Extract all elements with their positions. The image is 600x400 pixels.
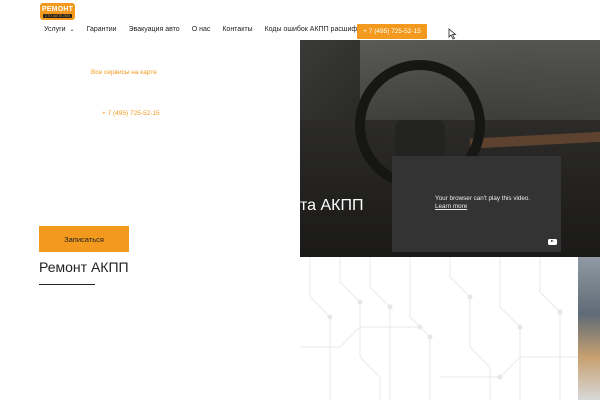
main-nav: Услуги ⌄ Гарантии Эвакуация авто О нас К… — [44, 26, 388, 33]
circuit-pattern — [300, 257, 578, 400]
title-underline — [39, 284, 95, 285]
nav-item-label: О нас — [191, 26, 211, 33]
logo-line1: РЕМОНТ — [41, 5, 74, 13]
learn-more-link[interactable]: Learn more — [435, 203, 530, 211]
section-title: Ремонт АКПП — [39, 259, 129, 275]
chevron-down-icon: ⌄ — [69, 27, 75, 33]
nav-item-about[interactable]: О нас — [192, 26, 211, 33]
text-cursor-icon — [448, 28, 457, 40]
logo-line2: СТО АКПП ЛИЗ — [42, 13, 73, 18]
nav-item-label: Услуги — [44, 26, 66, 33]
nav-item-label: Гарантии — [86, 26, 117, 33]
nav-item-evacuation[interactable]: Эвакуация авто — [129, 26, 180, 33]
all-services-map-link[interactable]: Все сервисы на карте — [91, 69, 157, 76]
video-error-message: Your browser can't play this video. Lear… — [435, 195, 530, 211]
site-logo[interactable]: РЕМОНТ СТО АКПП ЛИЗ — [40, 3, 75, 20]
signup-button[interactable]: Записаться — [39, 226, 129, 252]
nav-item-services[interactable]: Услуги ⌄ — [44, 26, 75, 33]
header-phone-button[interactable]: + 7 (495) 725-52-15 — [357, 24, 427, 39]
garage-photo — [578, 257, 600, 400]
nav-item-label: Эвакуация авто — [128, 26, 180, 33]
youtube-icon[interactable] — [548, 239, 557, 245]
video-player[interactable]: Your browser can't play this video. Lear… — [392, 156, 561, 252]
nav-item-label: Контакты — [222, 26, 253, 33]
phone-link[interactable]: + 7 (495) 725-52-15 — [102, 110, 160, 117]
nav-item-guarantees[interactable]: Гарантии — [87, 26, 117, 33]
nav-item-contacts[interactable]: Контакты — [222, 26, 252, 33]
hero-title: та АКПП — [300, 197, 364, 214]
steering-hub — [395, 120, 445, 160]
video-error-text: Your browser can't play this video. — [435, 195, 531, 202]
